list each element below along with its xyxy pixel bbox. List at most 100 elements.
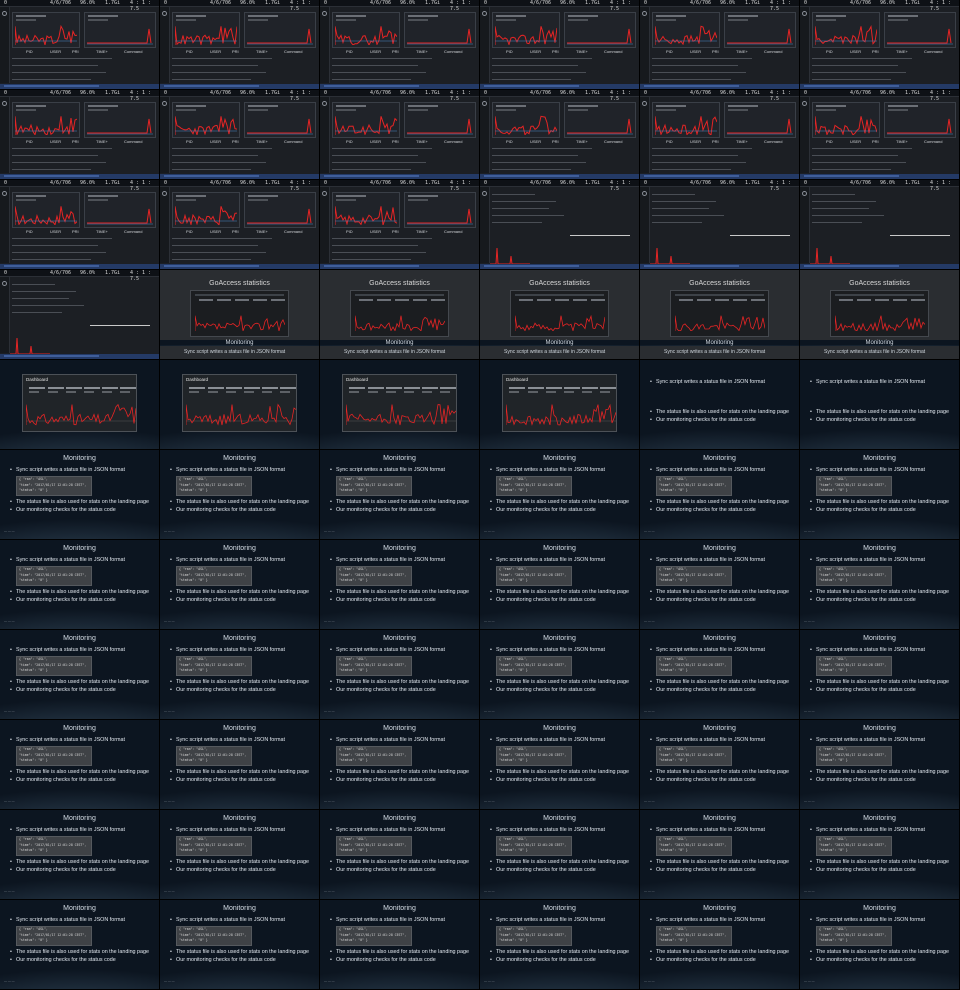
mem-value: 96.0% — [80, 0, 96, 6]
bullet: The status file is also used for stats o… — [810, 498, 949, 506]
process-header: PID USER PRI TIME+ Command — [506, 49, 623, 54]
code-block: { "rsm": "ASL", "time": "2017/01/17 12:0… — [496, 476, 572, 496]
bullet-list: Sync script writes a status file in JSON… — [330, 466, 445, 474]
bullet: Sync script writes a status file in JSON… — [824, 349, 926, 355]
htop-header: 0 4/6/706 96.0% 1.7Gi 4 : 1 : 7.5 — [0, 90, 159, 102]
taskbar — [480, 84, 639, 89]
sidebar — [640, 7, 650, 83]
bullet: Our monitoring checks for the status cod… — [490, 686, 629, 694]
slide-title: Monitoring — [223, 545, 256, 552]
traffic-graph — [186, 403, 296, 426]
bullet: Sync script writes a status file in JSON… — [810, 556, 925, 564]
process-list — [492, 58, 635, 86]
sidebar — [800, 7, 810, 83]
swap-value: 1.7Gi — [265, 90, 281, 96]
monitoring-slide: Monitoring Sync script writes a status f… — [800, 810, 960, 900]
gear-icon[interactable] — [482, 101, 487, 106]
gear-icon[interactable] — [2, 11, 7, 16]
gear-icon[interactable] — [802, 191, 807, 196]
process-list — [332, 148, 475, 176]
gear-icon[interactable] — [482, 191, 487, 196]
bullet-list: Sync script writes a status file in JSON… — [650, 646, 765, 654]
bullet-list: The status file is also used for stats o… — [10, 588, 149, 604]
gear-icon[interactable] — [482, 11, 487, 16]
bullet: Our monitoring checks for the status cod… — [10, 866, 149, 874]
sidebar — [320, 187, 330, 263]
swap-value: 1.7Gi — [585, 90, 601, 96]
code-line: "status": "0" } — [339, 938, 368, 942]
gear-icon[interactable] — [162, 191, 167, 196]
slide-title: Monitoring — [383, 905, 416, 912]
slide-title: Monitoring — [703, 815, 736, 822]
cpu-graph-panel — [332, 192, 400, 228]
bullet-list: Sync script writes a status file in JSON… — [490, 916, 605, 924]
cpu-graph — [15, 206, 77, 225]
monitoring-slide: Monitoring Sync script writes a status f… — [320, 450, 480, 540]
bullet-list: Sync script writes a status file in JSON… — [170, 556, 285, 564]
gear-icon[interactable] — [802, 11, 807, 16]
code-block: { "rsm": "ASL", "time": "2017/01/17 12:0… — [816, 836, 892, 856]
bullet: Sync script writes a status file in JSON… — [330, 736, 445, 744]
bullet-list: Sync script writes a status file in JSON… — [10, 556, 125, 564]
traffic-graph — [355, 315, 445, 331]
swap-value: 1.7Gi — [745, 90, 761, 96]
bullet: Sync script writes a status file in JSON… — [650, 736, 765, 744]
bullet-list: The status file is also used for stats o… — [330, 948, 469, 964]
bullet: Sync script writes a status file in JSON… — [10, 646, 125, 654]
slide-title: Monitoring — [383, 635, 416, 642]
goaccess-dashboard — [670, 290, 769, 337]
bullet: Our monitoring checks for the status cod… — [650, 416, 789, 424]
clock-value: 4 : 1 : 7.5 — [770, 0, 792, 12]
load-value: 4/6/706 — [850, 180, 872, 186]
monitoring-slide: Monitoring Sync script writes a status f… — [0, 540, 160, 630]
code-block: { "rsm": "ASL", "time": "2017/01/17 12:0… — [336, 926, 412, 946]
goaccess-slide: GoAccess statistics Monitoring Sync scri… — [480, 270, 640, 360]
goaccess-slide: GoAccess statistics Monitoring Sync scri… — [800, 270, 960, 360]
traffic-graph — [515, 314, 605, 331]
bullet: Our monitoring checks for the status cod… — [810, 416, 949, 424]
gear-icon[interactable] — [642, 11, 647, 16]
slide-footer: — — — — [324, 619, 335, 623]
gear-icon[interactable] — [322, 191, 327, 196]
traffic-graph — [26, 403, 136, 426]
code-line: "status": "0" } — [339, 848, 368, 852]
process-header: PID USER PRI TIME+ Command — [26, 139, 143, 144]
clock-value: 4 : 1 : 7.5 — [130, 90, 152, 102]
htop-window: 0 4/6/706 96.0% 1.7Gi 4 : 1 : 7.5 PID USE… — [160, 90, 320, 180]
slide-footer: — — — — [484, 889, 495, 893]
bullet-list: The status file is also used for stats o… — [10, 768, 149, 784]
gear-icon[interactable] — [162, 11, 167, 16]
tasks-value: 0 — [4, 180, 8, 186]
cpu-graph — [495, 115, 557, 135]
process-list — [332, 58, 475, 86]
swap-value: 1.7Gi — [585, 180, 601, 186]
gear-icon[interactable] — [642, 101, 647, 106]
load-value: 4/6/706 — [370, 0, 392, 6]
htop-header: 0 4/6/706 96.0% 1.7Gi 4 : 1 : 7.5 — [320, 0, 479, 12]
bullet: The status file is also used for stats o… — [170, 678, 309, 686]
gear-icon[interactable] — [2, 281, 7, 286]
monitoring-slide: Monitoring Sync script writes a status f… — [480, 450, 640, 540]
gear-icon[interactable] — [322, 11, 327, 16]
gear-icon[interactable] — [162, 101, 167, 106]
bullet: The status file is also used for stats o… — [170, 498, 309, 506]
monitoring-slide: Monitoring Sync script writes a status f… — [640, 630, 800, 720]
gear-icon[interactable] — [802, 101, 807, 106]
gear-icon[interactable] — [2, 191, 7, 196]
bullet-list: The status file is also used for stats o… — [330, 768, 469, 784]
mem-value: 96.0% — [560, 0, 576, 6]
bullet-list: Sync script writes a status file in JSON… — [10, 826, 125, 834]
clock-value: 4 : 1 : 7.5 — [930, 90, 952, 102]
gear-icon[interactable] — [322, 101, 327, 106]
clock-value: 4 : 1 : 7.5 — [770, 90, 792, 102]
code-block: { "rsm": "ASL", "time": "2017/01/17 12:0… — [16, 836, 92, 856]
bullet-list: The status file is also used for stats o… — [810, 948, 949, 964]
slide-footer: — — — — [4, 979, 15, 983]
cpu-graph — [15, 116, 77, 135]
process-header: PID USER PRI TIME+ Command — [26, 229, 143, 234]
tasks-value: 0 — [324, 90, 328, 96]
slide-footer: — — — — [644, 799, 655, 803]
mem-value: 96.0% — [80, 90, 96, 96]
gear-icon[interactable] — [642, 191, 647, 196]
gear-icon[interactable] — [2, 101, 7, 106]
